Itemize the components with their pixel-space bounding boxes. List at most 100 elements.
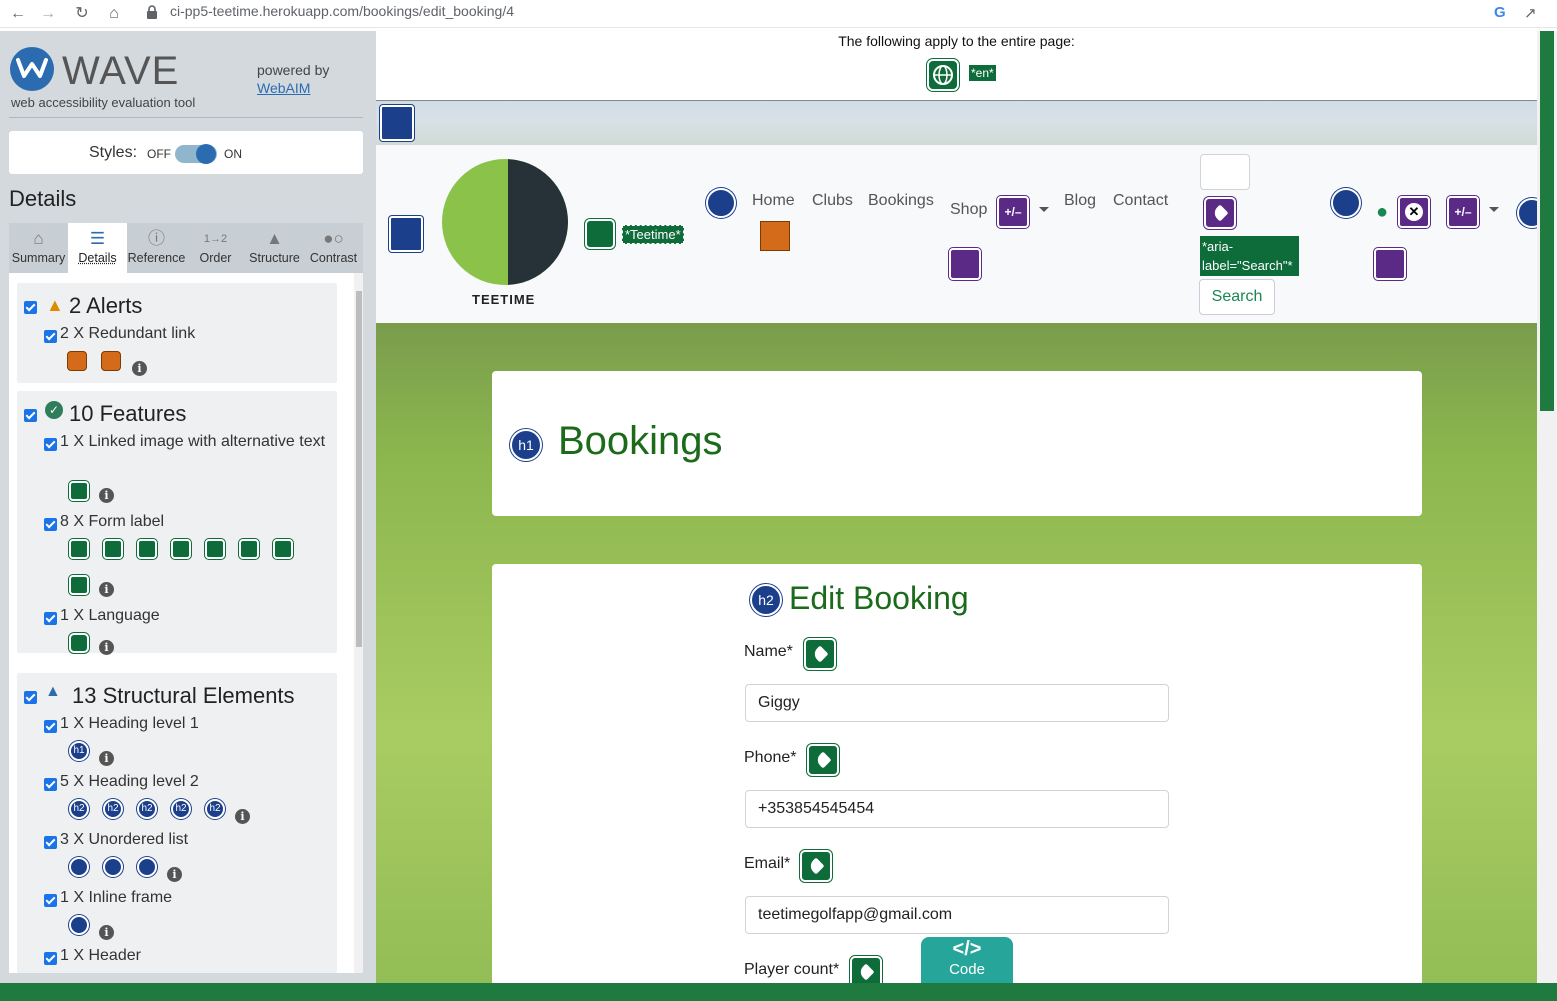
- tab-structure[interactable]: ▲ Structure: [245, 223, 304, 273]
- site-logo[interactable]: [442, 159, 568, 285]
- header-icon[interactable]: [389, 216, 423, 252]
- h2-icon[interactable]: h2: [137, 799, 157, 819]
- error-x-icon[interactable]: ✕: [1398, 196, 1430, 228]
- lock-icon[interactable]: [146, 4, 158, 20]
- inline-frame-checkbox[interactable]: [44, 894, 57, 907]
- redundant-link-icon[interactable]: [67, 351, 87, 371]
- info-icon[interactable]: i: [99, 488, 114, 503]
- chevron-down-icon[interactable]: [1489, 207, 1499, 212]
- heading1-checkbox[interactable]: [44, 720, 57, 733]
- linked-image-checkbox[interactable]: [44, 438, 57, 451]
- code-toggle-button[interactable]: </> Code: [921, 937, 1013, 983]
- page-scrollbar[interactable]: [1537, 31, 1557, 983]
- info-icon[interactable]: i: [132, 361, 147, 376]
- reload-icon[interactable]: ↻: [72, 4, 92, 24]
- features-checkbox[interactable]: [24, 409, 37, 422]
- iframe-icon[interactable]: [69, 915, 89, 935]
- info-icon[interactable]: i: [99, 751, 114, 766]
- info-icon[interactable]: i: [99, 582, 114, 597]
- home-icon[interactable]: ⌂: [104, 4, 124, 24]
- h2-icon[interactable]: h2: [750, 584, 782, 616]
- redundant-link-icon[interactable]: [101, 351, 121, 371]
- tabindex-icon[interactable]: [949, 248, 981, 280]
- unordered-list-checkbox[interactable]: [44, 836, 57, 849]
- tab-reference[interactable]: ⓘ Reference: [127, 223, 186, 273]
- form-label-icon[interactable]: [103, 539, 123, 559]
- structure-checkbox[interactable]: [24, 691, 37, 704]
- form-label-icon[interactable]: [800, 850, 832, 882]
- h2-icon[interactable]: h2: [205, 799, 225, 819]
- h2-icon[interactable]: h2: [171, 799, 191, 819]
- language-checkbox[interactable]: [44, 612, 57, 625]
- address-bar[interactable]: ci-pp5-teetime.herokuapp.com/bookings/ed…: [170, 3, 514, 19]
- h1-icon[interactable]: h1: [69, 741, 89, 761]
- heading2-checkbox[interactable]: [44, 778, 57, 791]
- list-icon[interactable]: [137, 857, 157, 877]
- expand-collapse-icon[interactable]: +/–: [997, 196, 1029, 228]
- chevron-down-icon[interactable]: [1039, 207, 1049, 212]
- form-label-icon[interactable]: [804, 638, 836, 670]
- form-label-icon[interactable]: [137, 539, 157, 559]
- header-item: 1 X Header: [60, 947, 141, 964]
- info-icon[interactable]: i: [99, 925, 114, 940]
- nav-bookings[interactable]: Bookings: [868, 192, 934, 210]
- info-icon[interactable]: i: [235, 809, 250, 824]
- share-icon[interactable]: ↗: [1524, 4, 1537, 22]
- tab-details[interactable]: ☰ Details: [68, 223, 127, 273]
- globe-icon[interactable]: [927, 59, 959, 91]
- nav-clubs[interactable]: Clubs: [812, 192, 853, 210]
- header-icon[interactable]: [380, 105, 414, 141]
- form-label-icon[interactable]: [205, 539, 225, 559]
- form-label-checkbox[interactable]: [44, 518, 57, 531]
- form-label-icon[interactable]: [850, 956, 882, 983]
- language-globe-icon[interactable]: [69, 633, 89, 653]
- forward-icon[interactable]: →: [38, 4, 58, 24]
- list-icon[interactable]: [69, 857, 89, 877]
- scrollbar-thumb[interactable]: [1540, 31, 1554, 411]
- list-icon[interactable]: [103, 857, 123, 877]
- info-icon[interactable]: i: [167, 867, 182, 882]
- user-icon[interactable]: ●: [1376, 201, 1388, 224]
- tabindex-icon[interactable]: [1374, 248, 1406, 280]
- header-checkbox[interactable]: [44, 952, 57, 965]
- edit-booking-card: h2 Edit Booking Name* Giggy Phone* +3538…: [492, 564, 1422, 983]
- form-label-icon[interactable]: [69, 575, 89, 595]
- form-label-icon[interactable]: [171, 539, 191, 559]
- footer-bar: [0, 983, 1557, 1001]
- nav-blog[interactable]: Blog: [1064, 192, 1096, 210]
- form-label-icon[interactable]: [69, 539, 89, 559]
- form-label-icon[interactable]: [807, 744, 839, 776]
- tab-contrast[interactable]: ●○ Contrast: [304, 223, 363, 273]
- list-icon[interactable]: [1517, 198, 1537, 228]
- tab-summary[interactable]: ⌂ Summary: [9, 223, 68, 273]
- linked-image-icon[interactable]: [585, 219, 615, 249]
- back-icon[interactable]: ←: [8, 4, 28, 24]
- expand-collapse-icon[interactable]: +/–: [1447, 196, 1479, 228]
- form-label-icon[interactable]: [239, 539, 259, 559]
- google-icon[interactable]: G: [1494, 4, 1506, 21]
- info-icon[interactable]: i: [99, 640, 114, 655]
- redundant-link-alert-icon[interactable]: [760, 221, 790, 251]
- nav-contact[interactable]: Contact: [1113, 192, 1168, 210]
- nav-home[interactable]: Home: [752, 192, 795, 210]
- name-field[interactable]: Giggy: [745, 684, 1169, 722]
- list-icon[interactable]: [706, 188, 736, 218]
- h2-icon[interactable]: h2: [69, 799, 89, 819]
- nav-shop[interactable]: Shop: [950, 201, 987, 219]
- webaim-link[interactable]: WebAIM: [257, 80, 310, 96]
- h2-icon[interactable]: h2: [103, 799, 123, 819]
- form-label-icon[interactable]: [273, 539, 293, 559]
- list-icon[interactable]: [1331, 188, 1361, 218]
- search-input[interactable]: [1200, 154, 1250, 190]
- form-label-icon[interactable]: [1204, 197, 1236, 229]
- phone-field[interactable]: +353854545454: [745, 790, 1169, 828]
- scrollbar-thumb[interactable]: [356, 291, 362, 647]
- email-field[interactable]: teetimegolfapp@gmail.com: [745, 896, 1169, 934]
- linked-image-icon[interactable]: [69, 481, 89, 501]
- redundant-link-checkbox[interactable]: [44, 330, 57, 343]
- styles-toggle[interactable]: [175, 144, 217, 164]
- h1-icon[interactable]: h1: [510, 429, 542, 461]
- alerts-checkbox[interactable]: [24, 301, 37, 314]
- search-button[interactable]: Search: [1199, 279, 1275, 315]
- tab-order[interactable]: 1→2 Order: [186, 223, 245, 273]
